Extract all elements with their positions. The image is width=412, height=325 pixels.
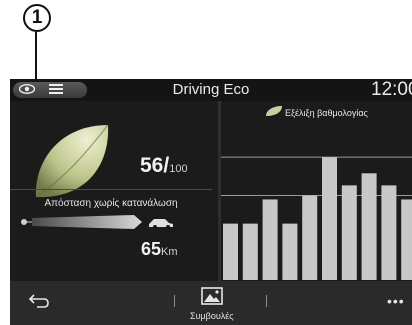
panel-divider — [10, 189, 212, 190]
chart-bar — [223, 223, 238, 280]
back-arrow-icon — [28, 294, 49, 308]
callout-number: 1 — [23, 4, 51, 32]
top-bar: Driving Eco 12:00 — [10, 79, 412, 101]
clock: 12:00 — [371, 79, 412, 100]
chart-bar — [262, 199, 278, 280]
eco-driving-screen: Driving Eco 12:00 56/100 Απόσταση χωρίς … — [10, 79, 412, 325]
eco-score-panel: 56/100 Απόσταση χωρίς κατανάλωση 65Km — [10, 101, 217, 281]
tips-button[interactable] — [201, 287, 223, 310]
more-options-button[interactable]: ••• — [387, 293, 405, 309]
chart-bar — [381, 185, 397, 280]
chart-bar — [341, 185, 357, 280]
score-history-panel: Εξέλιξη βαθμολογίας — [221, 101, 412, 281]
leaf-icon — [30, 121, 112, 208]
chart-bar — [322, 157, 337, 280]
chart-bar — [282, 223, 298, 280]
distance-label: Απόσταση χωρίς κατανάλωση — [44, 198, 178, 209]
distance-gauge — [18, 211, 208, 238]
chart-bar — [242, 223, 258, 280]
chart-bar — [361, 173, 377, 280]
page-title: Driving Eco — [172, 81, 250, 98]
bottom-separator — [174, 295, 175, 307]
bottom-bar: Συμβουλές ••• — [10, 281, 412, 325]
image-icon — [201, 287, 223, 305]
bottom-separator — [266, 295, 267, 307]
callout-pointer-line — [35, 32, 37, 84]
chart-bar — [302, 195, 318, 280]
back-button[interactable] — [28, 293, 50, 314]
distance-value: 65Km — [141, 239, 178, 259]
score-history-chart — [221, 156, 412, 280]
eco-score: 56/100 — [140, 154, 188, 177]
tips-label: Συμβουλές — [190, 311, 234, 321]
chart-bar — [401, 199, 412, 280]
